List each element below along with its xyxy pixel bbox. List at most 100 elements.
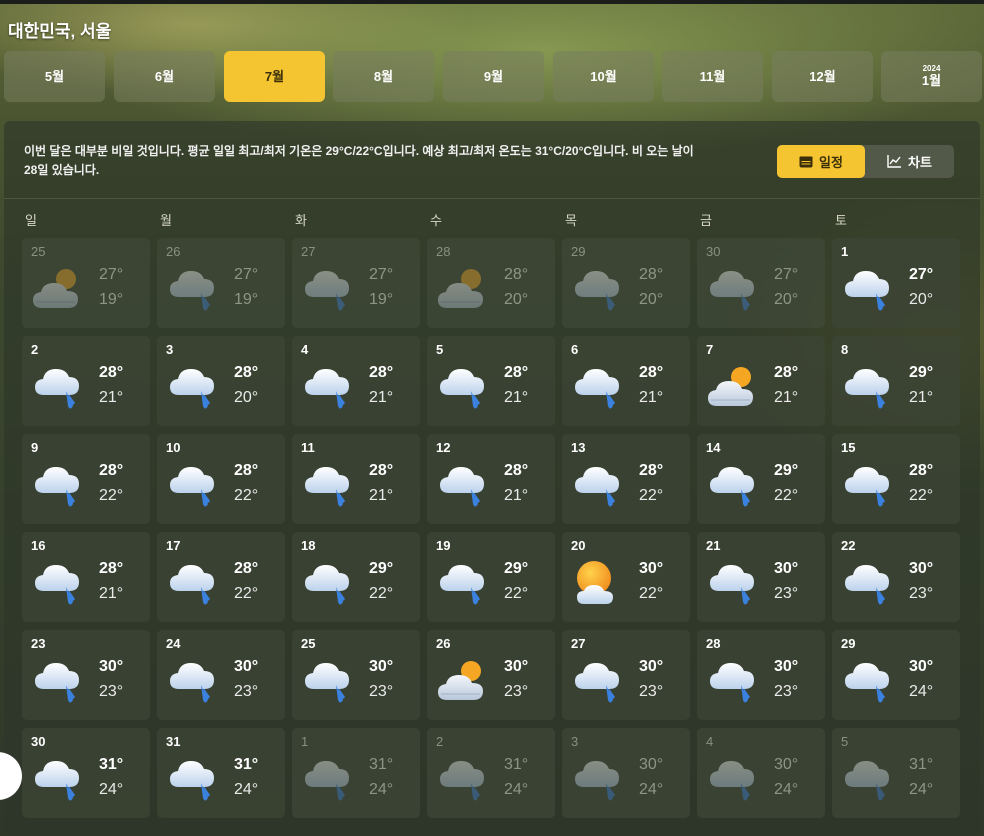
calendar-day-cell-other-month[interactable]: 30 27° 20° <box>697 238 825 328</box>
month-label: 1월 <box>921 73 942 88</box>
low-temp: 24° <box>99 781 124 798</box>
rain-icon <box>170 271 214 311</box>
calendar-day-cell-other-month[interactable]: 29 28° 20° <box>562 238 690 328</box>
calendar-day-cell-other-month[interactable]: 25 27° 19° <box>22 238 150 328</box>
day-number: 23 <box>31 636 46 651</box>
low-temp: 23° <box>909 585 934 602</box>
calendar-day-cell[interactable]: 1 27° 20° <box>832 238 960 328</box>
day-number: 3 <box>571 734 579 749</box>
partly-cloudy-icon <box>708 367 753 406</box>
calendar-day-cell-other-month[interactable]: 5 31° 24° <box>832 728 960 818</box>
calendar-day-cell[interactable]: 25 30° 23° <box>292 630 420 720</box>
calendar-day-cell[interactable]: 6 28° 21° <box>562 336 690 426</box>
calendar-day-cell[interactable]: 16 28° 21° <box>22 532 150 622</box>
high-temp: 31° <box>234 756 259 773</box>
calendar-day-cell[interactable]: 3 28° 20° <box>157 336 285 426</box>
calendar-day-cell[interactable]: 27 30° 23° <box>562 630 690 720</box>
calendar-day-cell-other-month[interactable]: 27 27° 19° <box>292 238 420 328</box>
rain-icon <box>440 761 484 801</box>
month-tab[interactable]: 2024 1월 <box>881 51 982 102</box>
calendar-day-cell[interactable]: 20 30° 22° <box>562 532 690 622</box>
day-number: 21 <box>706 538 721 553</box>
calendar-day-cell[interactable]: 14 29° 22° <box>697 434 825 524</box>
calendar-day-cell[interactable]: 26 30° 23° <box>427 630 555 720</box>
calendar-day-cell[interactable]: 30 31° 24° <box>22 728 150 818</box>
month-label: 5월 <box>44 68 65 84</box>
calendar-day-cell[interactable]: 2 28° 21° <box>22 336 150 426</box>
partly-cloudy-icon <box>33 269 78 308</box>
low-temp: 22° <box>639 585 664 602</box>
rain-icon <box>170 467 214 507</box>
low-temp: 22° <box>909 487 934 504</box>
low-temp: 20° <box>504 291 529 308</box>
month-tab-active[interactable]: 7월 <box>224 51 325 102</box>
calendar-day-cell[interactable]: 9 28° 22° <box>22 434 150 524</box>
calendar-day-cell[interactable]: 12 28° 21° <box>427 434 555 524</box>
calendar-day-cell[interactable]: 24 30° 23° <box>157 630 285 720</box>
calendar-day-cell[interactable]: 15 28° 22° <box>832 434 960 524</box>
calendar-view-button[interactable]: 일정 <box>777 145 865 178</box>
calendar-day-cell-other-month[interactable]: 28 28° 20° <box>427 238 555 328</box>
calendar-day-cell[interactable]: 28 30° 23° <box>697 630 825 720</box>
day-number: 2 <box>436 734 444 749</box>
low-temp: 21° <box>369 389 394 406</box>
month-tab[interactable]: 6월 <box>114 51 215 102</box>
month-tab[interactable]: 10월 <box>553 51 654 102</box>
month-tab[interactable]: 11월 <box>662 51 763 102</box>
high-temp: 29° <box>369 560 394 577</box>
calendar-day-cell-other-month[interactable]: 1 31° 24° <box>292 728 420 818</box>
day-number: 11 <box>301 440 315 455</box>
month-tab[interactable]: 8월 <box>333 51 434 102</box>
calendar-day-cell[interactable]: 4 28° 21° <box>292 336 420 426</box>
calendar-day-cell[interactable]: 17 28° 22° <box>157 532 285 622</box>
low-temp: 24° <box>909 683 934 700</box>
month-tab[interactable]: 5월 <box>4 51 105 102</box>
calendar-day-cell[interactable]: 23 30° 23° <box>22 630 150 720</box>
month-tab[interactable]: 9월 <box>443 51 544 102</box>
day-number: 19 <box>436 538 451 553</box>
day-number: 29 <box>841 636 856 651</box>
rain-icon <box>170 663 214 703</box>
day-number: 7 <box>706 342 714 357</box>
day-number: 9 <box>31 440 39 455</box>
low-temp: 23° <box>369 683 394 700</box>
day-number: 13 <box>571 440 586 455</box>
high-temp: 28° <box>504 364 529 381</box>
calendar-day-cell[interactable]: 11 28° 21° <box>292 434 420 524</box>
month-label: 7월 <box>264 68 285 84</box>
calendar-day-cell-other-month[interactable]: 26 27° 19° <box>157 238 285 328</box>
calendar-day-cell[interactable]: 21 30° 23° <box>697 532 825 622</box>
day-number: 30 <box>31 734 46 749</box>
calendar-day-cell[interactable]: 5 28° 21° <box>427 336 555 426</box>
calendar-day-cell[interactable]: 13 28° 22° <box>562 434 690 524</box>
rain-icon <box>35 663 79 703</box>
day-number: 5 <box>436 342 444 357</box>
high-temp: 30° <box>774 658 799 675</box>
sunny-cloud-icon <box>577 561 613 604</box>
calendar-day-cell-other-month[interactable]: 2 31° 24° <box>427 728 555 818</box>
calendar-day-cell[interactable]: 8 29° 21° <box>832 336 960 426</box>
rain-icon <box>710 663 754 703</box>
calendar-day-cell[interactable]: 29 30° 24° <box>832 630 960 720</box>
rain-icon <box>710 271 754 311</box>
month-tab[interactable]: 12월 <box>772 51 873 102</box>
calendar-day-cell[interactable]: 7 28° 21° <box>697 336 825 426</box>
low-temp: 20° <box>909 291 934 308</box>
day-number: 6 <box>571 342 579 357</box>
calendar-day-cell[interactable]: 22 30° 23° <box>832 532 960 622</box>
high-temp: 31° <box>909 756 934 773</box>
rain-icon <box>305 565 349 605</box>
calendar-day-cell[interactable]: 19 29° 22° <box>427 532 555 622</box>
calendar-day-cell[interactable]: 10 28° 22° <box>157 434 285 524</box>
high-temp: 29° <box>504 560 529 577</box>
rain-icon <box>440 369 484 409</box>
calendar-day-cell-other-month[interactable]: 4 30° 24° <box>697 728 825 818</box>
calendar-day-cell-other-month[interactable]: 3 30° 24° <box>562 728 690 818</box>
high-temp: 27° <box>909 266 934 283</box>
calendar-day-cell[interactable]: 18 29° 22° <box>292 532 420 622</box>
chart-view-button[interactable]: 차트 <box>865 145 954 178</box>
high-temp: 30° <box>774 560 799 577</box>
day-number: 17 <box>166 538 181 553</box>
high-temp: 27° <box>99 266 124 283</box>
calendar-day-cell[interactable]: 31 31° 24° <box>157 728 285 818</box>
